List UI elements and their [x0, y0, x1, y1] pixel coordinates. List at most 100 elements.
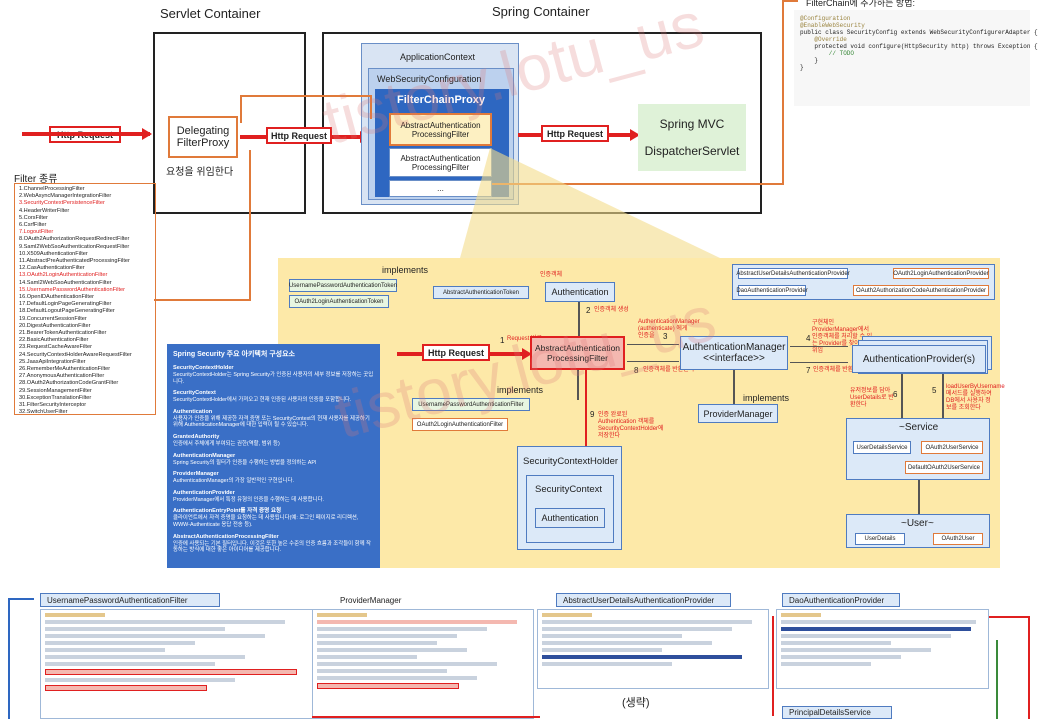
http-request-2: Http Request [266, 127, 332, 144]
auth-providers-label: AuthenticationProvider(s) [862, 353, 976, 365]
auth-manager-box: AuthenticationManager <<interface>> [680, 336, 788, 370]
step-1: 1 [500, 336, 505, 345]
filter-list-item: 23.RequestCacheAwareFilter [19, 344, 92, 351]
filter-list-item: 15.UsernamePasswordAuthenticationFilter [19, 286, 126, 293]
info-section-body: 클라이언트에서 자격 증명을 요청하는 데 사용됩니다(예: 로그인 페이지로 … [173, 515, 359, 528]
filter-list-item: 13.OAuth2LoginAuthenticationFilter [19, 272, 108, 279]
panel3-title: AbstractUserDetailsAuthenticationProvide… [556, 593, 731, 607]
filter-list-item: 5.CorsFilter [19, 214, 48, 221]
auth-manager-line2: <<interface>> [703, 353, 765, 364]
step-8: 8 [634, 366, 639, 375]
step-9: 9 [590, 410, 595, 419]
filter-list-item: 28.OAuth2AuthorizationCodeGrantFilter [19, 380, 119, 387]
filter-list-item: 29.SessionManagementFilter [19, 387, 92, 394]
oauth2-user-service: OAuth2UserService [921, 441, 983, 454]
filter-list-item: 19.ConcurrentSessionFilter [19, 315, 87, 322]
omitted-label: (생략) [622, 697, 650, 709]
http-request-mid: Http Request [422, 344, 490, 361]
filter-list-item: 18.DefaultLogoutPageGeneratingFilter [19, 308, 115, 315]
filter-list-item: 7.LogoutFilter [19, 229, 54, 236]
web-security-configuration-label: WebSecurityConfiguration [377, 74, 482, 84]
implements-label-2: implements [497, 385, 544, 395]
filter-list-item: 20.DigestAuthenticationFilter [19, 322, 91, 329]
oauth2-user: OAuth2User [933, 533, 983, 545]
abstract-auth-token: AbstractAuthenticationToken [433, 286, 529, 299]
provider-manager-label: ProviderManager [703, 408, 773, 419]
filter-list-item: 32.SwitchUserFilter [19, 409, 68, 415]
user-details: UserDetails [855, 533, 905, 545]
code-line-0: @Configuration [800, 15, 851, 22]
panel1-code [40, 609, 313, 719]
info-section-body: Spring Security의 필터가 인증을 수행하는 방법을 정의하는 A… [173, 459, 317, 466]
step-6-note: 유저정보를 담아 UserDetails로 반환한다 [850, 388, 894, 408]
code-line-5: // TODO [800, 50, 855, 57]
panel3-code [537, 609, 769, 689]
code-line-2: public class SecurityConfig extends WebS… [800, 29, 1038, 36]
spring-container-label: Spring Container [492, 4, 590, 19]
zoom-connector [460, 148, 720, 258]
implements-label-1: implements [382, 265, 429, 275]
filter-list-item: 31.FilterSecurityInterceptor [19, 402, 87, 409]
application-context-label: ApplicationContext [400, 52, 476, 62]
info-section-head: SecurityContextHolder [173, 365, 234, 371]
filter-list-item: 26.RememberMeAuthenticationFilter [19, 366, 111, 373]
filter-list-item: 30.ExceptionTranslationFilter [19, 394, 92, 401]
oauth2-token: OAuth2LoginAuthenticationToken [289, 295, 389, 308]
panel4-title: DaoAuthenticationProvider [782, 593, 900, 607]
info-section-head: AuthenticationManager [173, 452, 236, 459]
authentication-box: Authentication [545, 282, 615, 302]
aap-filter-box: AbstractAuthentication ProcessingFilter [530, 336, 625, 370]
panel5-title: PrincipalDetailsService [782, 706, 892, 719]
step-2: 2 [586, 306, 591, 315]
aap-filter-line2: ProcessingFilter [547, 353, 608, 363]
panel4-code [776, 609, 989, 689]
up-token: UsernamePasswordAuthenticationToken [289, 279, 397, 292]
info-section-body: AuthenticationManager의 가장 일반적인 구현입니다. [173, 478, 294, 485]
service-box: ~Service UserDetailsService OAuth2UserSe… [846, 418, 990, 480]
code-line-7: } [800, 64, 804, 71]
security-context-holder: SecurityContextHolder SecurityContext Au… [517, 446, 622, 550]
info-section-body: SecurityContextHolder에서 가져오고 현재 인증된 사용자의… [173, 397, 352, 404]
info-section-body: SecurityContextHolder는 Spring Security가 … [173, 372, 374, 385]
security-context: SecurityContext Authentication [526, 475, 614, 543]
sc-label: SecurityContext [535, 484, 603, 495]
default-oauth2-user-service: DefaultOAuth2UserService [905, 461, 983, 474]
dao-provider: DaoAuthenticationProvider [736, 285, 808, 296]
filter-list-item: 6.CsrfFilter [19, 222, 47, 229]
implements-label-3: implements [743, 393, 790, 403]
authentication-label: Authentication [551, 287, 609, 297]
provider-manager-box: ProviderManager [698, 404, 778, 423]
filter-list-item: 21.BearerTokenAuthenticationFilter [19, 330, 107, 337]
info-title: Spring Security 주요 아키텍처 구성요소 [173, 351, 295, 358]
info-section-head: AbstractAuthenticationProcessingFilter [173, 533, 279, 540]
panel2-code [312, 609, 534, 719]
filterchain-note-title: FilterChain에 추가하는 방법: [806, 0, 915, 8]
delegating-caption: 요청을 위임한다 [166, 167, 234, 178]
filter-list-item: 8.OAuth2AuthorizationRequestRedirectFilt… [19, 236, 130, 243]
info-panel: Spring Security 주요 아키텍처 구성요소 SecurityCon… [167, 344, 380, 568]
info-sections: SecurityContextHolder SecurityContextHold… [173, 365, 374, 554]
delegating-line1: Delegating [176, 125, 230, 137]
code-line-6: } [800, 57, 819, 64]
code-line-1: @EnableWebSecurity [800, 22, 865, 29]
filter-list-item: 12.CasAuthenticationFilter [19, 265, 85, 272]
filter-list-item: 24.SecurityContextHolderAwareRequestFilt… [19, 351, 132, 358]
sch-auth-label: Authentication [541, 513, 599, 523]
panel4-label: DaoAuthenticationProvider [789, 595, 885, 605]
sch-auth: Authentication [535, 508, 605, 528]
auth-filter-1-line2: ProcessingFilter [411, 129, 470, 139]
filter-list-item: 14.Saml2WebSsoAuthenticationFilter [19, 279, 112, 286]
user-label: ~User~ [901, 518, 934, 529]
panel5-label: PrincipalDetailsService [789, 708, 871, 717]
user-details-service: UserDetailsService [853, 441, 911, 454]
panel1-label: UsernamePasswordAuthenticationFilter [47, 595, 188, 605]
filter-list-item: 10.X509AuthenticationFilter [19, 250, 88, 257]
panel2-title: ProviderManager [340, 593, 430, 607]
aap-filter-line1: AbstractAuthentication [534, 343, 621, 353]
step-4: 4 [806, 334, 811, 343]
oauth2-code-provider: OAuth2AuthorizationCodeAuthenticationPro… [853, 285, 989, 296]
filter-list-item: 11.AbstractPreAuthenticatedProcessingFil… [19, 258, 130, 265]
auth-filter-1-line1: AbstractAuthentication [400, 120, 481, 130]
step-5: 5 [932, 386, 937, 395]
filter-list-item: 2.WebAsyncManagerIntegrationFilter [19, 193, 112, 200]
